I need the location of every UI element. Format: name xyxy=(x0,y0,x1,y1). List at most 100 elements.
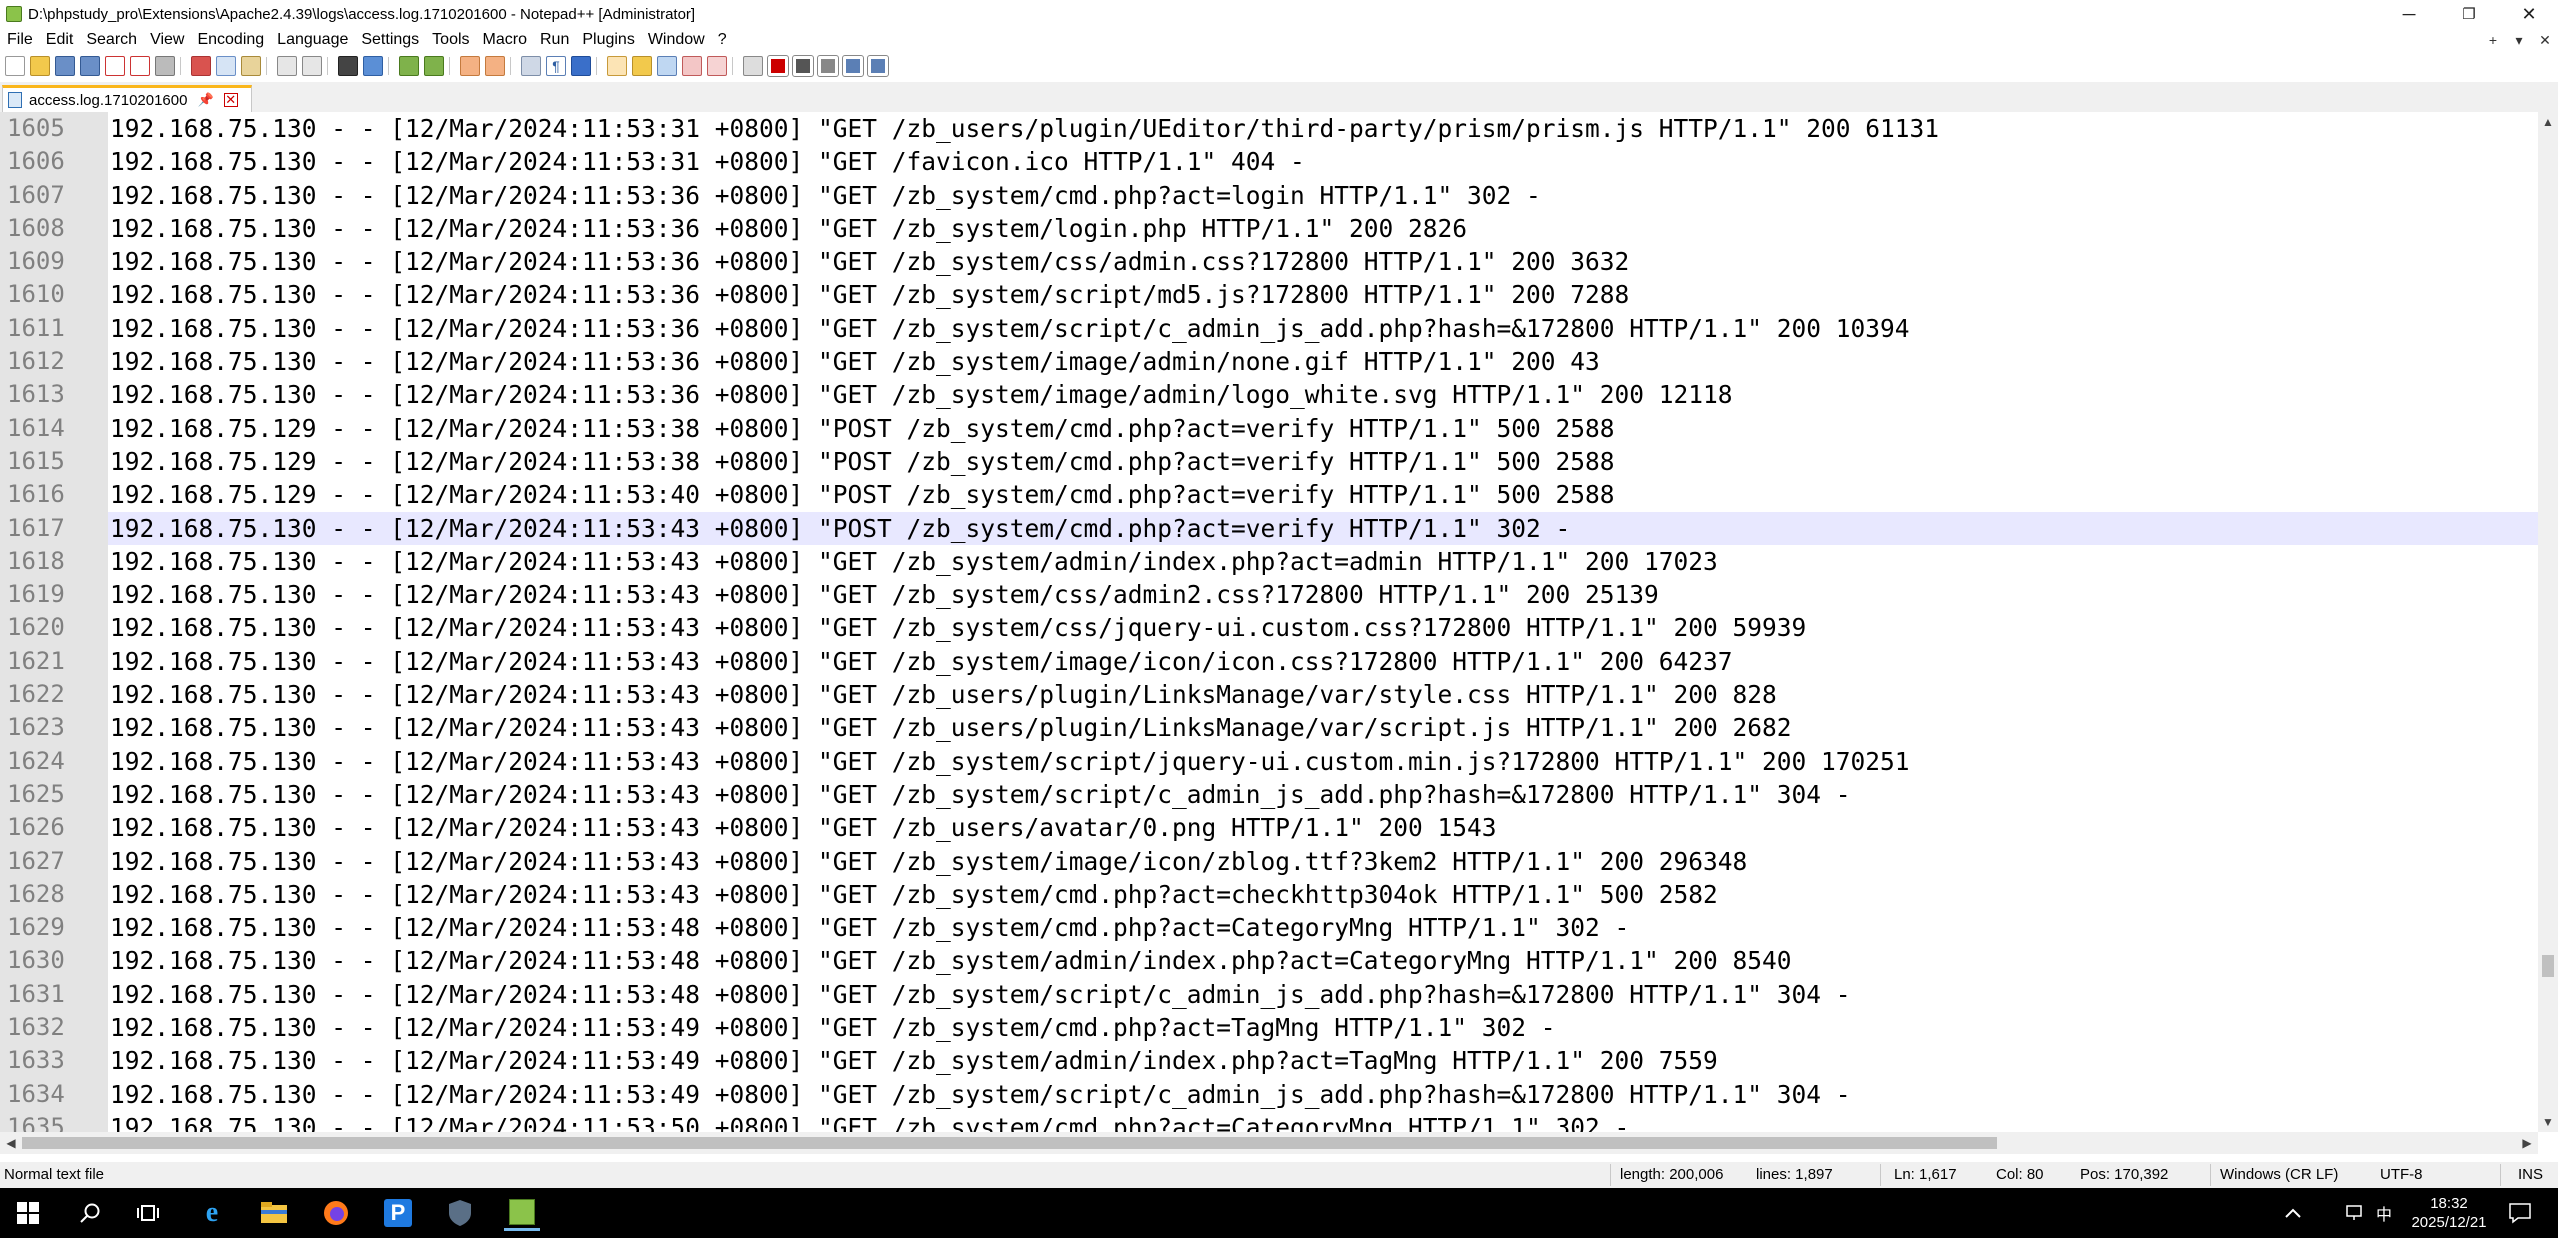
record-macro-icon[interactable] xyxy=(767,55,789,77)
menu-settings[interactable]: Settings xyxy=(356,31,424,49)
close-tab-button[interactable]: ✕ xyxy=(2532,32,2558,49)
vertical-scrollbar[interactable]: ▲ ▼ xyxy=(2538,112,2558,1132)
editor-line[interactable]: 1614 192.168.75.129 - - [12/Mar/2024:11:5… xyxy=(0,412,2538,445)
editor-line[interactable]: 1607 192.168.75.130 - - [12/Mar/2024:11:5… xyxy=(0,179,2538,212)
cut-icon[interactable] xyxy=(191,56,211,76)
indent-guide-icon[interactable] xyxy=(571,56,591,76)
close-file-icon[interactable] xyxy=(105,56,125,76)
tab-close-icon[interactable]: ✕ xyxy=(223,93,238,107)
editor-line[interactable]: 1632 192.168.75.130 - - [12/Mar/2024:11:5… xyxy=(0,1011,2538,1044)
menu-encoding[interactable]: Encoding xyxy=(192,31,269,49)
menu-run[interactable]: Run xyxy=(535,31,574,49)
minimize-button[interactable]: ─ xyxy=(2380,0,2438,28)
editor-line[interactable]: 1629 192.168.75.130 - - [12/Mar/2024:11:5… xyxy=(0,911,2538,944)
stop-macro-icon[interactable] xyxy=(792,55,814,77)
editor-line[interactable]: 1622 192.168.75.130 - - [12/Mar/2024:11:5… xyxy=(0,678,2538,711)
undo-icon[interactable] xyxy=(277,56,297,76)
editor-line[interactable]: 1610 192.168.75.130 - - [12/Mar/2024:11:5… xyxy=(0,278,2538,311)
monitoring-icon[interactable] xyxy=(682,56,702,76)
editor-line[interactable]: 1621 192.168.75.130 - - [12/Mar/2024:11:5… xyxy=(0,645,2538,678)
editor-area[interactable]: 1605 192.168.75.130 - - [12/Mar/2024:11:5… xyxy=(0,112,2558,1132)
editor-line[interactable]: 1611 192.168.75.130 - - [12/Mar/2024:11:5… xyxy=(0,312,2538,345)
task-view-button[interactable] xyxy=(130,1195,166,1231)
run-macro-multiple-icon[interactable] xyxy=(842,55,864,77)
tray-chevron[interactable] xyxy=(2284,1188,2302,1238)
editor-line[interactable]: 1615 192.168.75.129 - - [12/Mar/2024:11:5… xyxy=(0,445,2538,478)
redo-icon[interactable] xyxy=(302,56,322,76)
scroll-up-arrow-icon[interactable]: ▲ xyxy=(2538,112,2558,132)
menu-window[interactable]: Window xyxy=(643,31,710,49)
scroll-down-arrow-icon[interactable]: ▼ xyxy=(2538,1112,2558,1132)
menu-macro[interactable]: Macro xyxy=(478,31,532,49)
word-wrap-icon[interactable] xyxy=(521,56,541,76)
taskbar-notepadpp[interactable] xyxy=(504,1195,540,1231)
taskbar-firefox[interactable] xyxy=(318,1195,354,1231)
menu-plugins[interactable]: Plugins xyxy=(577,31,639,49)
editor-line[interactable]: 1616 192.168.75.129 - - [12/Mar/2024:11:5… xyxy=(0,478,2538,511)
editor-line[interactable]: 1606 192.168.75.130 - - [12/Mar/2024:11:5… xyxy=(0,145,2538,178)
save-icon[interactable] xyxy=(55,56,75,76)
editor-line[interactable]: 1618 192.168.75.130 - - [12/Mar/2024:11:5… xyxy=(0,545,2538,578)
editor-line[interactable]: 1623 192.168.75.130 - - [12/Mar/2024:11:5… xyxy=(0,711,2538,744)
zoom-out-icon[interactable] xyxy=(424,56,444,76)
new-tab-button[interactable]: + xyxy=(2480,32,2506,48)
editor-line[interactable]: 1619 192.168.75.130 - - [12/Mar/2024:11:5… xyxy=(0,578,2538,611)
menu-language[interactable]: Language xyxy=(272,31,353,49)
close-button[interactable]: ✕ xyxy=(2500,0,2558,28)
tray-network[interactable] xyxy=(2346,1188,2366,1238)
doc-list-icon[interactable] xyxy=(707,56,727,76)
taskbar-shield-app[interactable] xyxy=(442,1195,478,1231)
scroll-left-arrow-icon[interactable]: ◀ xyxy=(0,1132,22,1154)
preview-icon[interactable] xyxy=(743,56,763,76)
editor-line[interactable]: 1633 192.168.75.130 - - [12/Mar/2024:11:5… xyxy=(0,1044,2538,1077)
system-clock[interactable]: 18:32 2025/12/21 xyxy=(2404,1194,2494,1232)
editor-line[interactable]: 1634 192.168.75.130 - - [12/Mar/2024:11:5… xyxy=(0,1078,2538,1111)
editor-line[interactable]: 1631 192.168.75.130 - - [12/Mar/2024:11:5… xyxy=(0,978,2538,1011)
print-icon[interactable] xyxy=(155,56,175,76)
sync-vertical-icon[interactable] xyxy=(460,56,480,76)
folder-as-workspace-icon[interactable] xyxy=(657,56,677,76)
editor-line[interactable]: 1630 192.168.75.130 - - [12/Mar/2024:11:5… xyxy=(0,944,2538,977)
replace-icon[interactable] xyxy=(363,56,383,76)
vertical-scroll-thumb[interactable] xyxy=(2542,955,2554,977)
open-file-icon[interactable] xyxy=(30,56,50,76)
function-list-icon[interactable] xyxy=(632,56,652,76)
editor-line[interactable]: 1625 192.168.75.130 - - [12/Mar/2024:11:5… xyxy=(0,778,2538,811)
menu-tools[interactable]: Tools xyxy=(427,31,474,49)
editor-line[interactable]: 1620 192.168.75.130 - - [12/Mar/2024:11:5… xyxy=(0,611,2538,644)
menu-edit[interactable]: Edit xyxy=(41,31,79,49)
editor-line[interactable]: 1626 192.168.75.130 - - [12/Mar/2024:11:5… xyxy=(0,811,2538,844)
editor-line[interactable]: 1627 192.168.75.130 - - [12/Mar/2024:11:5… xyxy=(0,845,2538,878)
editor-line[interactable]: 1617 192.168.75.130 - - [12/Mar/2024:11:5… xyxy=(0,511,2538,545)
tab-list-button[interactable]: ▾ xyxy=(2506,32,2532,49)
save-macro-icon[interactable] xyxy=(867,55,889,77)
editor-line[interactable]: 1624 192.168.75.130 - - [12/Mar/2024:11:5… xyxy=(0,745,2538,778)
search-button[interactable] xyxy=(72,1195,108,1231)
start-button[interactable] xyxy=(10,1195,46,1231)
sync-horizontal-icon[interactable] xyxy=(485,56,505,76)
paste-icon[interactable] xyxy=(241,56,261,76)
menu-help[interactable]: ? xyxy=(713,31,732,49)
play-macro-icon[interactable] xyxy=(817,55,839,77)
editor-line[interactable]: 1609 192.168.75.130 - - [12/Mar/2024:11:5… xyxy=(0,245,2538,278)
taskbar-file-explorer[interactable] xyxy=(256,1195,292,1231)
new-file-icon[interactable] xyxy=(5,56,25,76)
zoom-in-icon[interactable] xyxy=(399,56,419,76)
horizontal-scroll-thumb[interactable] xyxy=(22,1137,1997,1149)
menu-view[interactable]: View xyxy=(145,31,189,49)
save-all-icon[interactable] xyxy=(80,56,100,76)
tab-access-log[interactable]: access.log.1710201600 📌 ✕ xyxy=(2,85,252,112)
doc-map-icon[interactable] xyxy=(607,56,627,76)
tray-notifications[interactable] xyxy=(2508,1188,2532,1238)
editor-line[interactable]: 1628 192.168.75.130 - - [12/Mar/2024:11:5… xyxy=(0,878,2538,911)
editor-line[interactable]: 1608 192.168.75.130 - - [12/Mar/2024:11:5… xyxy=(0,212,2538,245)
horizontal-scrollbar[interactable]: ◀ ▶ xyxy=(0,1132,2538,1154)
tray-ime[interactable]: 中 xyxy=(2376,1188,2392,1238)
editor-line[interactable]: 1635 192.168.75.130 - - [12/Mar/2024:11:5… xyxy=(0,1111,2538,1132)
show-all-chars-icon[interactable]: ¶ xyxy=(546,56,566,76)
taskbar-ie[interactable]: e xyxy=(194,1195,230,1231)
copy-icon[interactable] xyxy=(216,56,236,76)
editor-line[interactable]: 1612 192.168.75.130 - - [12/Mar/2024:11:5… xyxy=(0,345,2538,378)
maximize-button[interactable]: ❐ xyxy=(2440,0,2498,28)
taskbar-p-app[interactable]: P xyxy=(380,1195,416,1231)
